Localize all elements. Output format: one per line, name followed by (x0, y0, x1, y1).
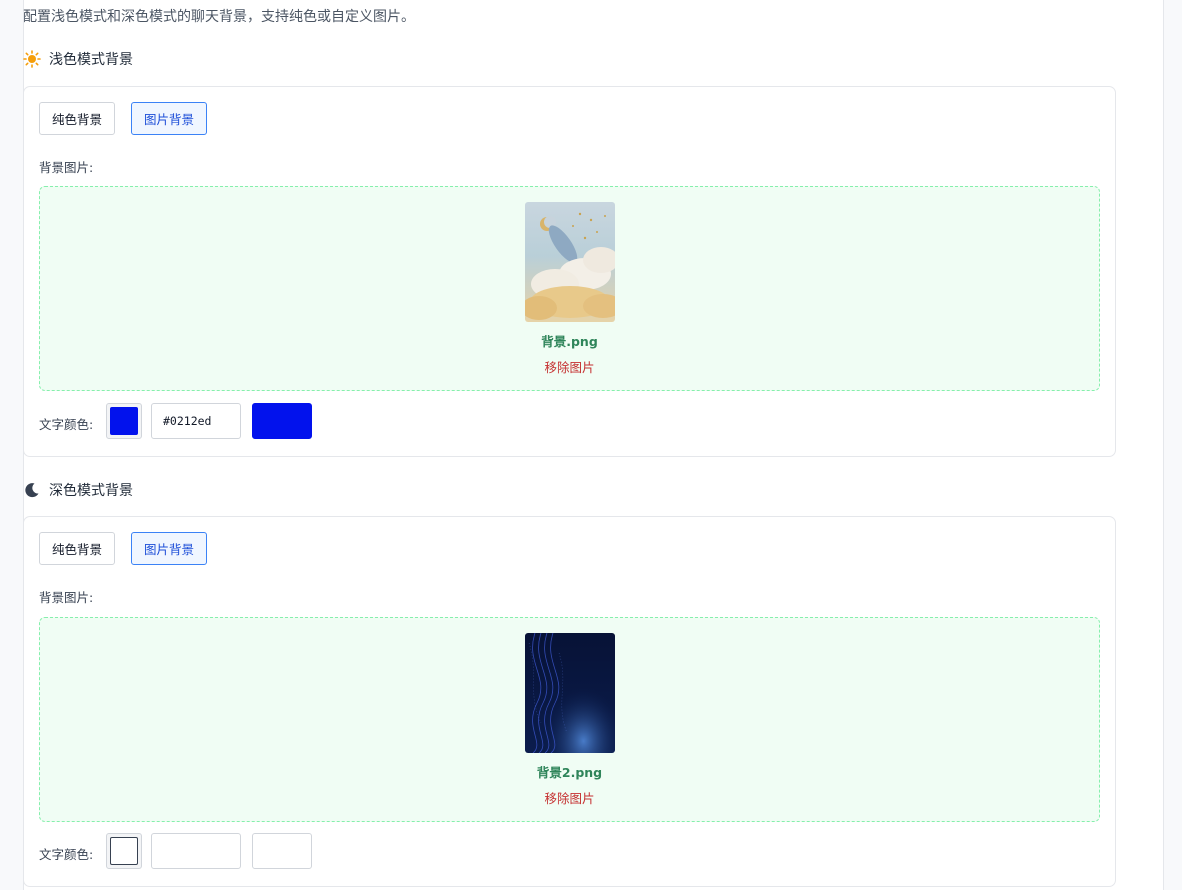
dark-mode-panel: 纯色背景 图片背景 背景图片: 背景2.png 移除图片 文字颜色: (23, 516, 1116, 887)
dark-solid-bg-button[interactable]: 纯色背景 (39, 532, 116, 565)
light-color-swatch (110, 407, 138, 435)
moon-icon (23, 481, 41, 499)
light-mode-heading: 浅色模式背景 (23, 49, 133, 69)
dark-mode-heading: 深色模式背景 (23, 480, 133, 500)
dark-bg-image-label: 背景图片: (39, 590, 94, 605)
light-color-preview (252, 403, 312, 439)
sun-icon (23, 50, 41, 68)
light-mode-title: 浅色模式背景 (49, 52, 133, 68)
dark-mode-title: 深色模式背景 (49, 483, 133, 499)
light-text-color-row: 文字颜色: (39, 403, 439, 439)
dark-bg-thumbnail (525, 633, 615, 753)
light-color-hex-input[interactable] (151, 403, 241, 439)
dark-text-color-row: 文字颜色: (39, 833, 439, 869)
light-bg-thumbnail (525, 202, 615, 322)
dark-file-name: 背景2.png (536, 765, 603, 780)
dark-color-picker[interactable] (106, 833, 142, 869)
light-file-name: 背景.png (541, 334, 598, 349)
dark-remove-image-link[interactable]: 移除图片 (40, 788, 1099, 807)
light-image-dropzone[interactable]: 背景.png 移除图片 (39, 186, 1100, 391)
light-remove-image-link[interactable]: 移除图片 (40, 357, 1099, 376)
dark-image-bg-button[interactable]: 图片背景 (131, 532, 208, 565)
dark-color-hex-input[interactable] (151, 833, 241, 869)
dark-color-preview (252, 833, 312, 869)
light-text-color-label: 文字颜色: (39, 417, 94, 432)
light-image-bg-button[interactable]: 图片背景 (131, 102, 208, 135)
section-description: 配置浅色模式和深色模式的聊天背景，支持纯色或自定义图片。 (23, 9, 415, 25)
dark-color-swatch (110, 837, 138, 865)
dark-text-color-label: 文字颜色: (39, 847, 94, 862)
dark-image-dropzone[interactable]: 背景2.png 移除图片 (39, 617, 1100, 822)
light-bg-image-label: 背景图片: (39, 160, 94, 175)
light-color-picker[interactable] (106, 403, 142, 439)
light-mode-panel: 纯色背景 图片背景 背景图片: 背景.png 移除图片 文字颜色: #0212e… (23, 86, 1116, 457)
light-solid-bg-button[interactable]: 纯色背景 (39, 102, 116, 135)
